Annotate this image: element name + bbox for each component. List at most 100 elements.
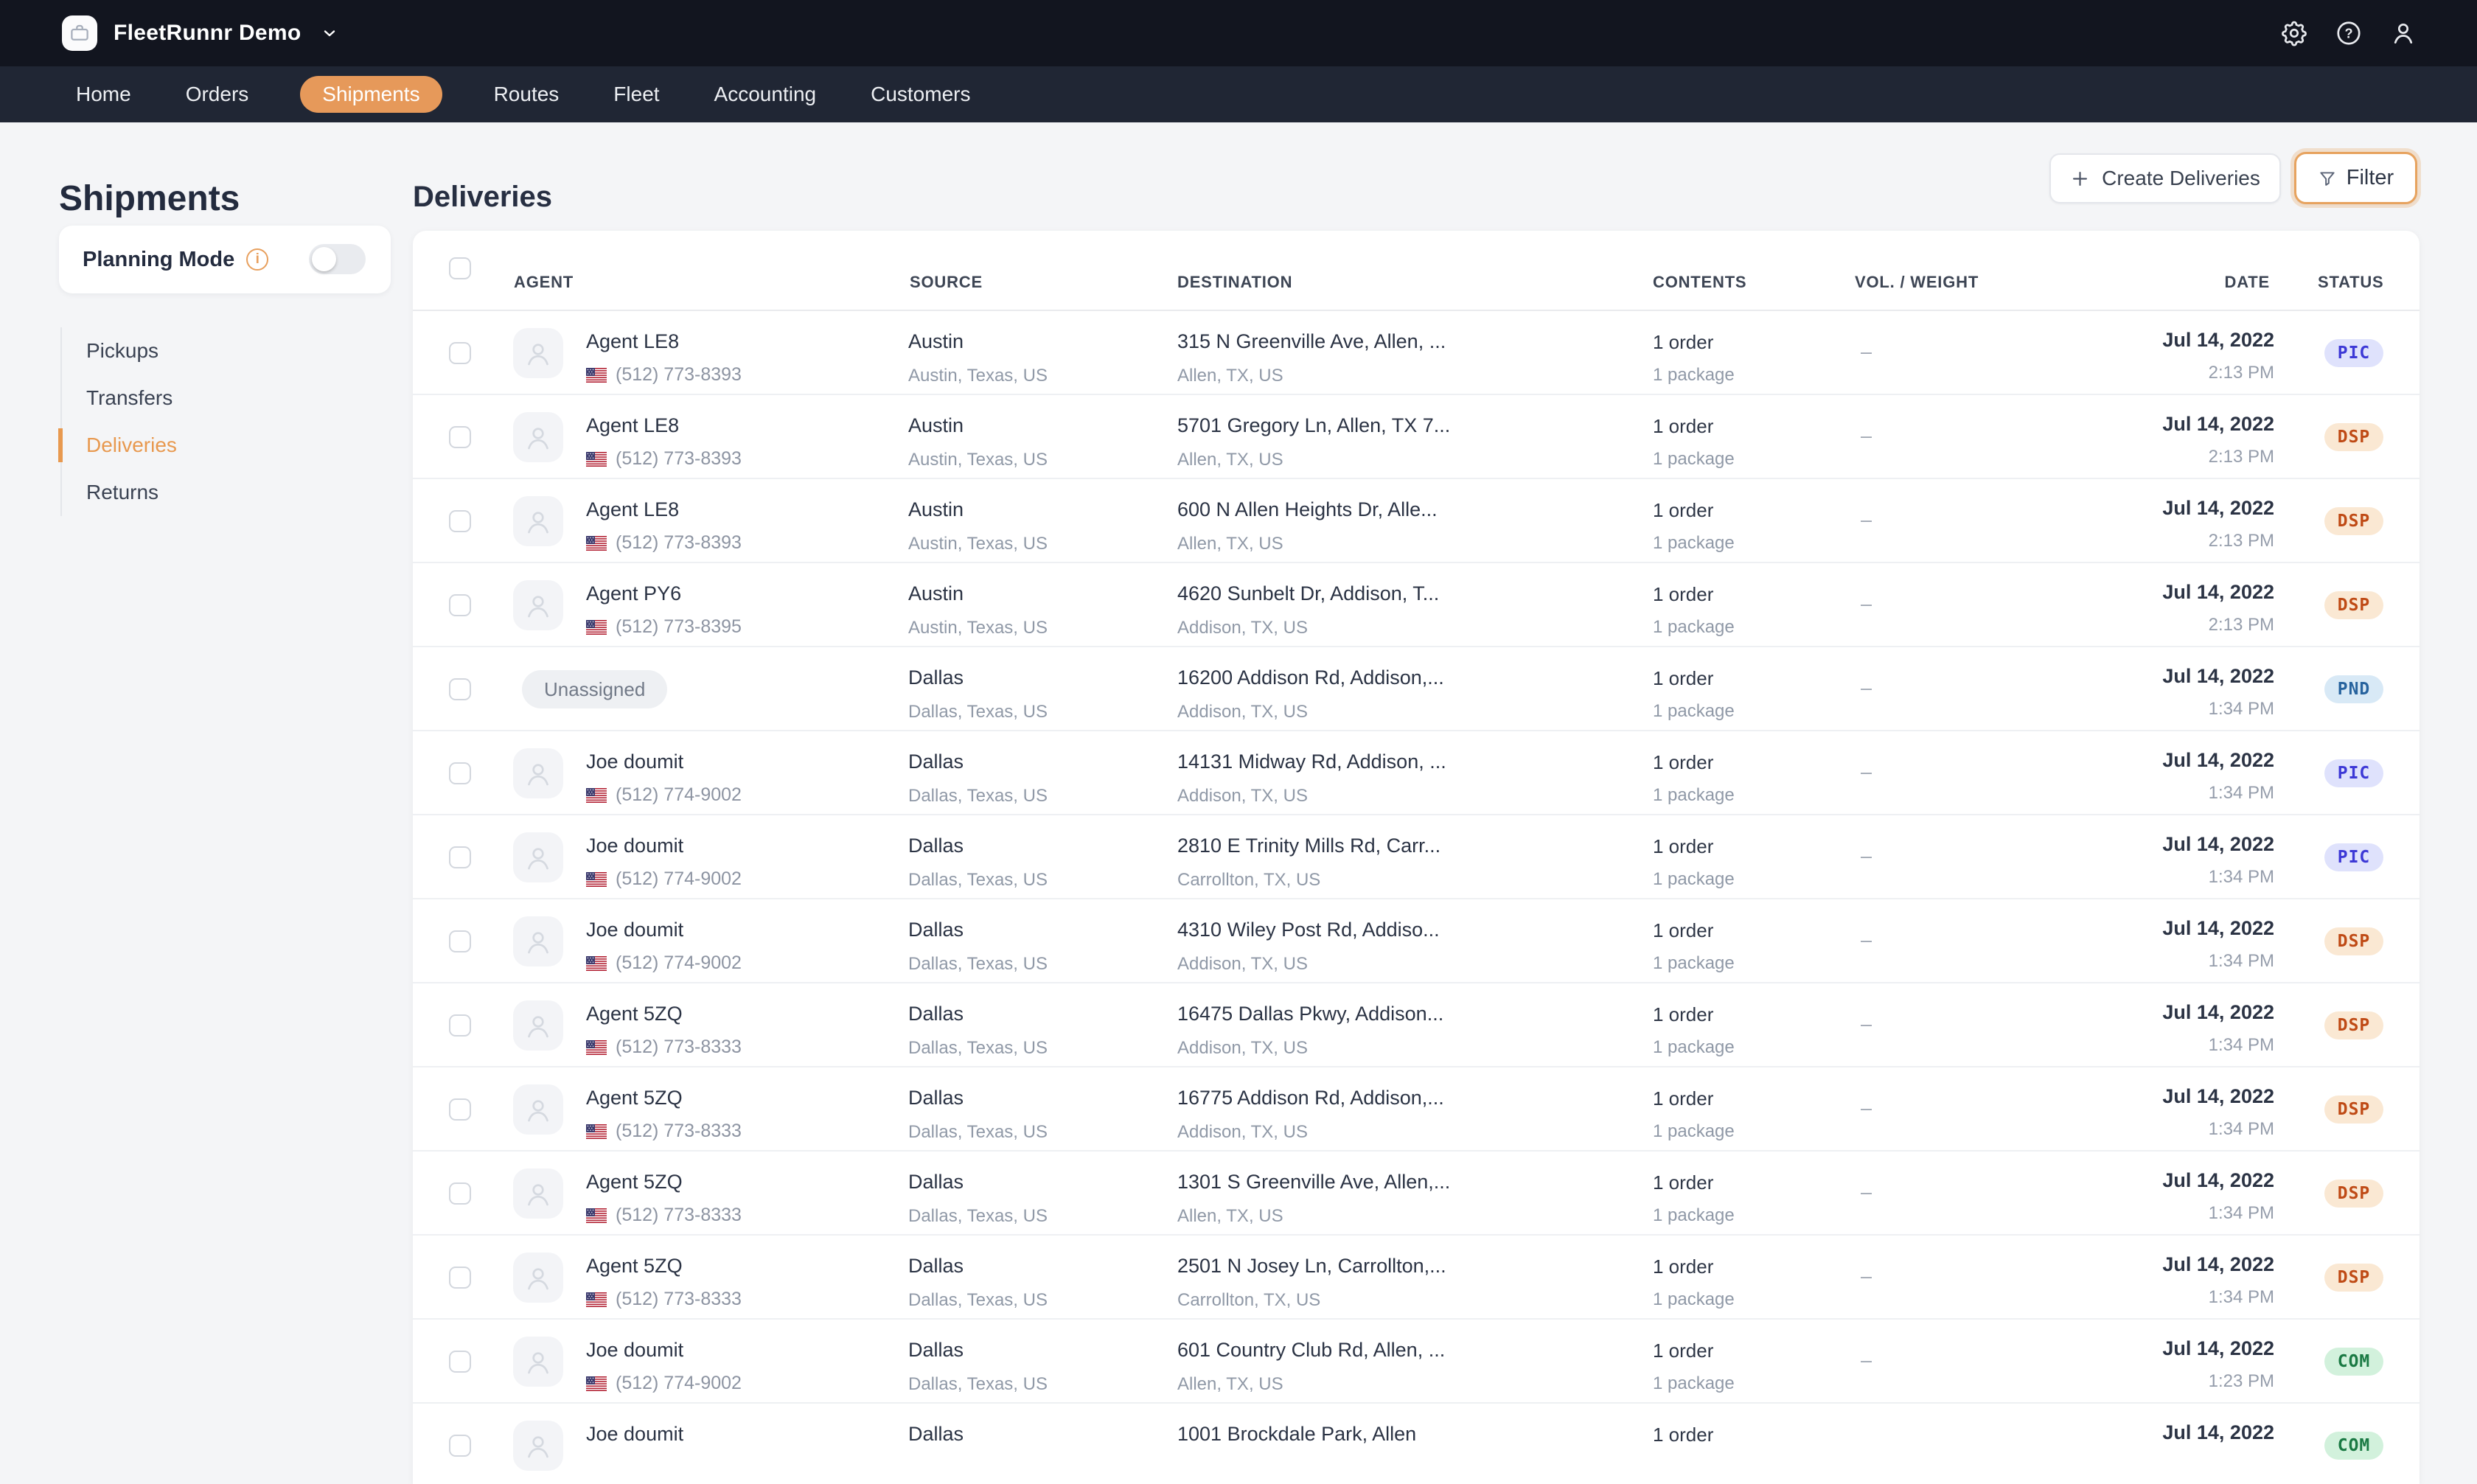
status-badge: PIC bbox=[2324, 843, 2383, 871]
table-row[interactable]: Agent 5ZQ (512) 773-8333 Dalla bbox=[413, 1067, 2419, 1152]
destination-address: 600 N Allen Heights Dr, Alle... bbox=[1177, 498, 1438, 521]
destination-address: 2810 E Trinity Mills Rd, Carr... bbox=[1177, 835, 1440, 857]
time-value: 2:13 PM bbox=[2209, 447, 2274, 467]
info-icon[interactable]: i bbox=[246, 248, 268, 271]
workspace-switcher[interactable]: FleetRunnr Demo bbox=[62, 15, 338, 51]
table-row[interactable]: Agent LE8 (512) 773-8393 Austi bbox=[413, 311, 2419, 395]
source-region: Austin, Texas, US bbox=[908, 618, 1048, 638]
contents-orders: 1 order bbox=[1653, 835, 1713, 858]
time-value: 2:13 PM bbox=[2209, 531, 2274, 551]
select-all-checkbox[interactable] bbox=[449, 257, 471, 279]
nav-item-accounting[interactable]: Accounting bbox=[711, 76, 820, 113]
table-row[interactable]: Agent LE8 (512) 773-8393 Austi bbox=[413, 395, 2419, 479]
planning-mode-toggle[interactable] bbox=[309, 244, 366, 274]
time-value: 1:34 PM bbox=[2209, 951, 2274, 972]
nav-item-fleet[interactable]: Fleet bbox=[610, 76, 662, 113]
table-row[interactable]: Joe doumit Dallas 1001 Brockdale Park, A… bbox=[413, 1404, 2419, 1484]
source-region: Dallas, Texas, US bbox=[908, 1374, 1048, 1395]
agent-name: Joe doumit bbox=[586, 835, 683, 857]
table-row[interactable]: Agent LE8 (512) 773-8393 Austi bbox=[413, 479, 2419, 563]
destination-address: 315 N Greenville Ave, Allen, ... bbox=[1177, 330, 1446, 353]
table-row[interactable]: Unassigned Dallas Dallas, Texas, US 1620… bbox=[413, 647, 2419, 731]
row-checkbox[interactable] bbox=[449, 846, 471, 868]
person-icon bbox=[523, 1095, 553, 1124]
sidebar-item-returns[interactable]: Returns bbox=[62, 469, 304, 516]
column-header-status: STATUS bbox=[2318, 273, 2384, 292]
row-checkbox[interactable] bbox=[449, 1351, 471, 1373]
contents-packages: 1 package bbox=[1653, 365, 1735, 386]
toggle-knob bbox=[312, 247, 336, 271]
help-button[interactable]: ? bbox=[2334, 18, 2363, 48]
help-icon: ? bbox=[2335, 19, 2363, 47]
shipments-section-nav: Pickups Transfers Deliveries Returns bbox=[60, 327, 304, 516]
agent-name: Joe doumit bbox=[586, 1339, 683, 1362]
nav-item-home[interactable]: Home bbox=[73, 76, 134, 113]
settings-button[interactable] bbox=[2279, 18, 2309, 48]
agent-phone: (512) 773-8393 bbox=[616, 448, 742, 470]
person-icon bbox=[523, 506, 553, 536]
table-row[interactable]: Joe doumit (512) 774-9002 Dall bbox=[413, 815, 2419, 899]
contents-orders: 1 order bbox=[1653, 751, 1713, 774]
avatar bbox=[513, 580, 563, 630]
destination-region: Allen, TX, US bbox=[1177, 366, 1283, 386]
us-flag-icon bbox=[586, 1376, 607, 1391]
vol-weight-value: – bbox=[1861, 929, 1872, 952]
contents-packages: 1 package bbox=[1653, 449, 1735, 470]
vol-weight-value: – bbox=[1861, 1181, 1872, 1204]
column-header-agent: AGENT bbox=[514, 273, 574, 292]
agent-sub: (512) 774-9002 bbox=[586, 784, 742, 806]
agent-name: Joe doumit bbox=[586, 750, 683, 773]
sidebar-item-transfers[interactable]: Transfers bbox=[62, 375, 304, 422]
table-row[interactable]: Agent 5ZQ (512) 773-8333 Dalla bbox=[413, 1236, 2419, 1320]
row-checkbox[interactable] bbox=[449, 678, 471, 700]
table-body: Agent LE8 (512) 773-8393 Austi bbox=[413, 311, 2419, 1484]
us-flag-icon bbox=[586, 1292, 607, 1307]
source-region: Dallas, Texas, US bbox=[908, 702, 1048, 722]
nav-item-customers[interactable]: Customers bbox=[868, 76, 973, 113]
us-flag-icon bbox=[586, 368, 607, 383]
row-checkbox[interactable] bbox=[449, 1267, 471, 1289]
destination-address: 5701 Gregory Ln, Allen, TX 7... bbox=[1177, 414, 1450, 437]
agent-sub: (512) 774-9002 bbox=[586, 868, 742, 890]
row-checkbox[interactable] bbox=[449, 594, 471, 616]
row-checkbox[interactable] bbox=[449, 342, 471, 364]
nav-item-routes[interactable]: Routes bbox=[491, 76, 562, 113]
account-button[interactable] bbox=[2389, 18, 2418, 48]
create-deliveries-button[interactable]: Create Deliveries bbox=[2049, 153, 2281, 203]
date-value: Jul 14, 2022 bbox=[2162, 917, 2274, 940]
destination-address: 14131 Midway Rd, Addison, ... bbox=[1177, 750, 1446, 773]
table-row[interactable]: Joe doumit (512) 774-9002 Dall bbox=[413, 899, 2419, 983]
column-header-date: DATE bbox=[2225, 273, 2270, 292]
row-checkbox[interactable] bbox=[449, 426, 471, 448]
filter-label: Filter bbox=[2347, 166, 2394, 190]
vol-weight-value: – bbox=[1861, 593, 1872, 616]
row-checkbox[interactable] bbox=[449, 1435, 471, 1457]
chevron-down-icon bbox=[321, 24, 338, 42]
contents-packages: 1 package bbox=[1653, 869, 1735, 890]
row-checkbox[interactable] bbox=[449, 510, 471, 532]
sidebar-item-deliveries[interactable]: Deliveries bbox=[62, 422, 304, 469]
row-checkbox[interactable] bbox=[449, 930, 471, 952]
person-icon bbox=[523, 759, 553, 788]
nav-item-orders[interactable]: Orders bbox=[183, 76, 252, 113]
sidebar-item-pickups[interactable]: Pickups bbox=[62, 327, 304, 375]
contents-orders: 1 order bbox=[1653, 583, 1713, 606]
person-icon bbox=[523, 422, 553, 452]
table-row[interactable]: Agent 5ZQ (512) 773-8333 Dalla bbox=[413, 983, 2419, 1067]
row-checkbox[interactable] bbox=[449, 1182, 471, 1205]
avatar bbox=[513, 1084, 563, 1135]
column-header-contents: CONTENTS bbox=[1653, 273, 1746, 292]
agent-name: Agent 5ZQ bbox=[586, 1171, 683, 1194]
row-checkbox[interactable] bbox=[449, 762, 471, 784]
table-row[interactable]: Agent PY6 (512) 773-8395 Austi bbox=[413, 563, 2419, 647]
row-checkbox[interactable] bbox=[449, 1098, 471, 1121]
table-row[interactable]: Agent 5ZQ (512) 773-8333 Dalla bbox=[413, 1152, 2419, 1236]
avatar bbox=[513, 496, 563, 546]
table-row[interactable]: Joe doumit (512) 774-9002 Dall bbox=[413, 731, 2419, 815]
time-value: 1:23 PM bbox=[2209, 1371, 2274, 1392]
nav-item-shipments[interactable]: Shipments bbox=[300, 76, 442, 113]
table-row[interactable]: Joe doumit (512) 774-9002 Dall bbox=[413, 1320, 2419, 1404]
filter-button[interactable]: Filter bbox=[2294, 152, 2417, 204]
row-checkbox[interactable] bbox=[449, 1014, 471, 1037]
workspace-name: FleetRunnr Demo bbox=[114, 21, 302, 46]
